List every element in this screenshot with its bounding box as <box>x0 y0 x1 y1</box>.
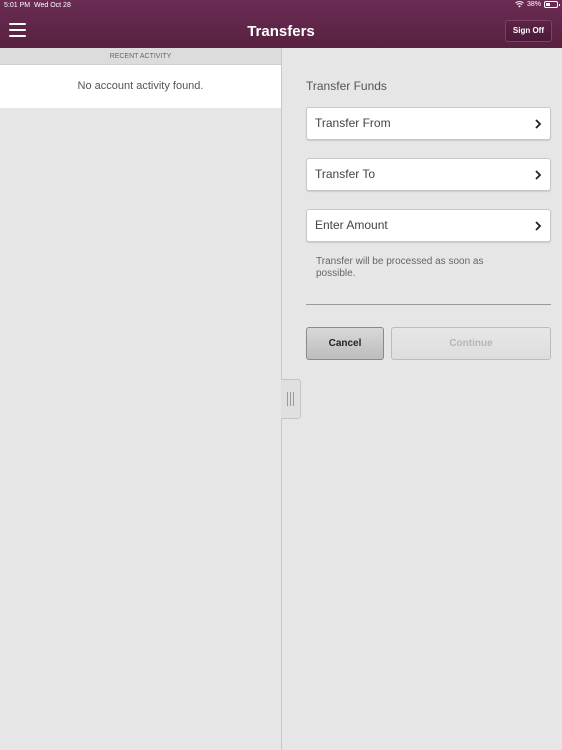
cancel-button[interactable]: Cancel <box>306 327 384 360</box>
recent-activity-pane: RECENT ACTIVITY No account activity foun… <box>0 48 281 750</box>
status-bar: 5:01 PM Wed Oct 28 38% <box>0 0 562 12</box>
empty-activity-message: No account activity found. <box>0 65 281 108</box>
status-indicators: 38% <box>515 1 560 8</box>
chevron-right-icon <box>535 119 542 129</box>
transfer-from-field[interactable]: Transfer From <box>306 107 551 140</box>
enter-amount-label: Enter Amount <box>315 218 388 232</box>
chevron-right-icon <box>535 170 542 180</box>
sign-off-button[interactable]: Sign Off <box>504 20 552 42</box>
wifi-icon <box>515 1 524 8</box>
recent-activity-header: RECENT ACTIVITY <box>0 48 281 65</box>
form-divider <box>306 304 551 305</box>
battery-icon <box>544 1 560 8</box>
continue-button[interactable]: Continue <box>391 327 551 360</box>
chevron-right-icon <box>535 221 542 231</box>
transfer-funds-title: Transfer Funds <box>306 79 387 93</box>
transfer-from-label: Transfer From <box>315 116 391 130</box>
status-time: 5:01 PM <box>4 2 31 9</box>
battery-percent: 38% <box>526 1 541 8</box>
processing-note: Transfer will be processed as soon as po… <box>316 256 484 279</box>
status-date: Wed Oct 28 <box>34 2 71 9</box>
transfer-to-label: Transfer To <box>315 167 376 181</box>
enter-amount-field[interactable]: Enter Amount <box>306 209 551 242</box>
transfer-funds-pane: Transfer Funds Transfer From Transfer To… <box>282 48 562 750</box>
transfer-to-field[interactable]: Transfer To <box>306 158 551 191</box>
app-header: 5:01 PM Wed Oct 28 38% Transfers Sign Of… <box>0 0 562 48</box>
page-title: Transfers <box>247 23 315 40</box>
